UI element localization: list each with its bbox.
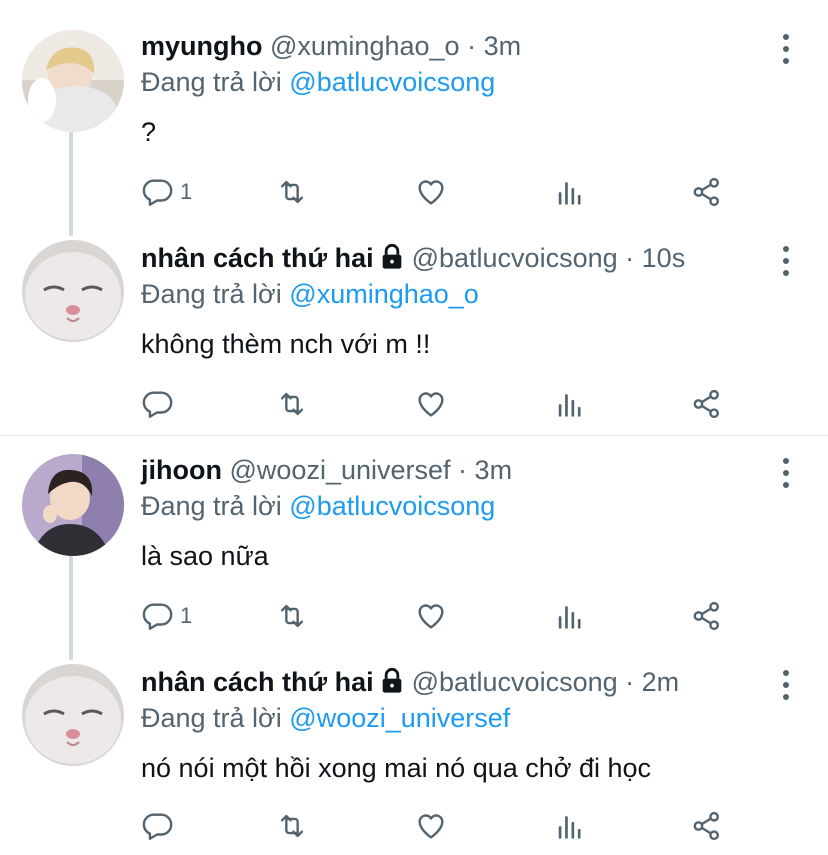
heart-icon [418,392,444,417]
mention-link[interactable]: @batlucvoicsong [289,67,495,97]
views-button[interactable] [553,384,587,424]
tweet[interactable]: myungho @xuminghao_o · 3m Đang trả lời @… [0,0,828,222]
user-handle[interactable]: @xuminghao_o [270,31,460,61]
retweet-icon [280,604,304,628]
user-handle[interactable]: @batlucvoicsong [412,667,618,697]
retweet-button[interactable] [275,384,309,424]
action-bar [140,806,740,846]
mention-link[interactable]: @woozi_universef [289,703,510,733]
action-bar: 1 [140,596,740,636]
separator: · [625,667,635,697]
retweet-button[interactable] [275,172,309,212]
replying-to: Đang trả lời @batlucvoicsong [141,490,495,522]
heart-icon [418,814,444,839]
mention-link[interactable]: @xuminghao_o [289,279,479,309]
analytics-icon [558,394,581,417]
reply-count: 1 [180,179,193,204]
display-name[interactable]: nhân cách thứ hai [141,667,374,697]
share-button[interactable] [690,384,724,424]
tweet-text: là sao nữa [141,541,269,571]
reply-button[interactable]: 1 [140,172,192,212]
more-icon[interactable] [772,456,800,490]
mention-link[interactable]: @batlucvoicsong [289,491,495,521]
more-icon[interactable] [772,244,800,278]
share-icon [693,601,719,631]
timestamp[interactable]: 2m [642,667,680,697]
user-handle[interactable]: @woozi_universef [230,455,451,485]
share-button[interactable] [690,596,724,636]
separator: · [467,31,477,61]
retweet-button[interactable] [275,806,309,846]
reply-icon [142,391,173,418]
like-button[interactable] [414,596,448,636]
retweet-icon [280,180,304,204]
avatar[interactable] [22,30,124,132]
views-button[interactable] [553,596,587,636]
replying-label: Đang trả lời [141,67,282,97]
reply-icon [142,179,173,206]
share-icon [693,177,719,207]
retweet-button[interactable] [275,596,309,636]
display-name[interactable]: jihoon [141,455,222,485]
timestamp[interactable]: 3m [484,31,522,61]
tweet[interactable]: nhân cách thứ hai @batlucvoicsong · 2m Đa… [0,636,828,855]
analytics-icon [558,816,581,839]
separator: · [458,455,468,485]
avatar[interactable] [22,664,124,766]
action-bar [140,384,740,424]
heart-icon [418,604,444,629]
like-button[interactable] [414,806,448,846]
replying-label: Đang trả lời [141,279,282,309]
avatar[interactable] [22,240,124,342]
reply-button[interactable] [140,806,180,846]
reply-count: 1 [180,603,193,628]
share-button[interactable] [690,172,724,212]
user-handle[interactable]: @batlucvoicsong [412,243,618,273]
replying-to: Đang trả lời @woozi_universef [141,702,510,734]
share-button[interactable] [690,806,724,846]
replying-to: Đang trả lời @batlucvoicsong [141,66,495,98]
more-icon[interactable] [772,32,800,66]
tweet-text: ? [141,117,157,147]
action-bar: 1 [140,172,740,212]
reply-button[interactable] [140,384,180,424]
reply-button[interactable]: 1 [140,596,192,636]
timestamp[interactable]: 10s [642,243,686,273]
like-button[interactable] [414,384,448,424]
more-icon[interactable] [772,668,800,702]
views-button[interactable] [553,172,587,212]
share-icon [693,811,719,841]
analytics-icon [558,182,581,205]
tweet-text: nó nói một hồi xong mai nó qua chở đi họ… [141,753,652,783]
replying-label: Đang trả lời [141,491,282,521]
like-button[interactable] [414,172,448,212]
tweet[interactable]: jihoon @woozi_universef · 3m Đang trả lờ… [0,424,828,646]
reply-icon [142,813,173,840]
tweet[interactable]: nhân cách thứ hai @batlucvoicsong · 10s Đ… [0,212,828,434]
tweet-text: không thèm nch với m !! [141,329,431,359]
share-icon [693,389,719,419]
lock-icon [378,667,406,695]
analytics-icon [558,606,581,629]
replying-label: Đang trả lời [141,703,282,733]
heart-icon [418,180,444,205]
retweet-icon [280,392,304,416]
display-name[interactable]: nhân cách thứ hai [141,243,374,273]
reply-icon [142,603,173,630]
separator: · [625,243,635,273]
timestamp[interactable]: 3m [475,455,513,485]
lock-icon [378,243,406,271]
views-button[interactable] [553,806,587,846]
replying-to: Đang trả lời @xuminghao_o [141,278,479,310]
avatar[interactable] [22,454,124,556]
retweet-icon [280,814,304,838]
display-name[interactable]: myungho [141,31,263,61]
